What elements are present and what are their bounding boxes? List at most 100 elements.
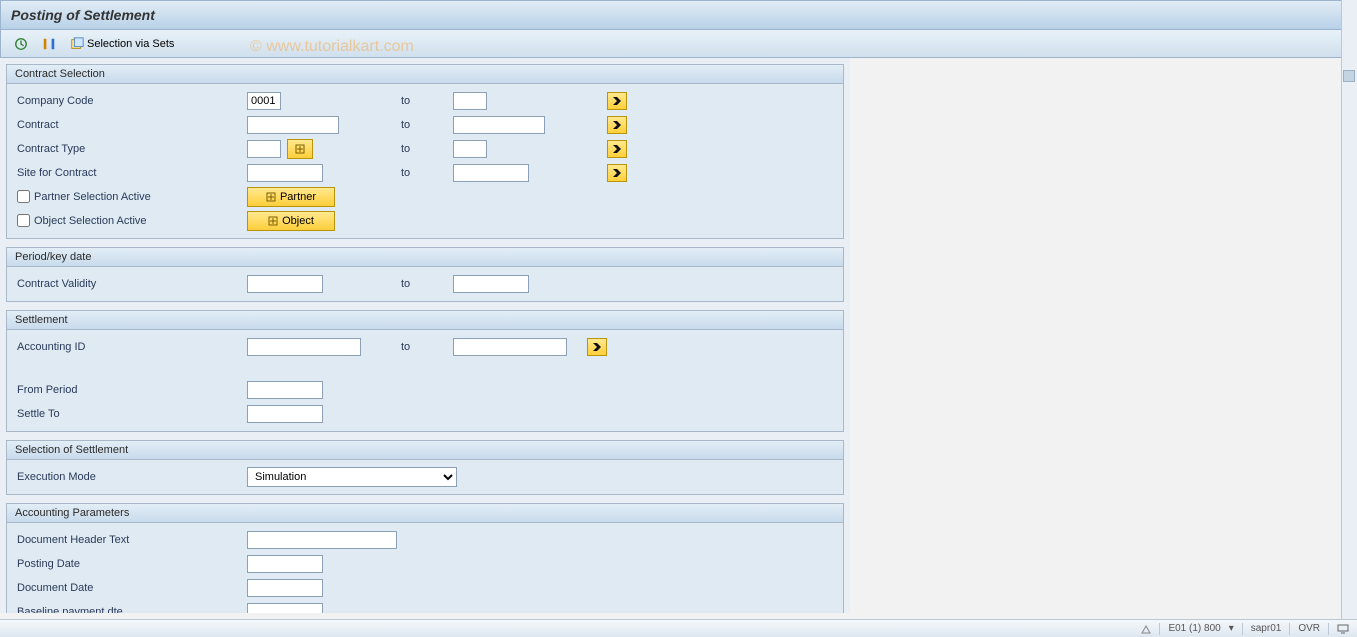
status-separator [1159,623,1160,635]
group-contract-body: Company Code to Contract to [7,84,843,238]
from-period-label: From Period [17,384,247,396]
group-period: Period/key date Contract Validity to [6,247,844,302]
object-button[interactable]: Object [247,211,335,231]
row-object-selection: Object Selection Active Object [17,209,833,232]
vertical-scrollbar[interactable] [1341,0,1357,619]
row-accounting-id: Accounting ID to [17,335,833,358]
grid-plus-icon [266,192,276,202]
baseline-label: Baseline payment dte [17,606,247,614]
row-partner-selection: Partner Selection Active Partner [17,185,833,208]
contract-from-input[interactable] [247,116,339,134]
grid-plus-icon [295,144,305,154]
arrow-right-icon [612,120,622,130]
contract-type-multiselect-button[interactable] [607,140,627,158]
spacer-row [17,359,833,377]
sets-icon [70,37,84,51]
row-document-date: Document Date [17,576,833,599]
partner-checkbox-label: Partner Selection Active [17,190,247,203]
group-period-title: Period/key date [7,248,843,267]
arrow-right-icon [612,96,622,106]
site-label: Site for Contract [17,167,247,179]
form-panel: Contract Selection Company Code to Contr… [0,58,850,613]
doc-header-input[interactable] [247,531,397,549]
document-date-input[interactable] [247,579,323,597]
group-accounting-title: Accounting Parameters [7,504,843,523]
contract-to-input[interactable] [453,116,545,134]
row-validity: Contract Validity to [17,272,833,295]
accounting-id-multiselect-button[interactable] [587,338,607,356]
to-label: to [401,119,447,131]
site-to-input[interactable] [453,164,529,182]
validity-to-input[interactable] [453,275,529,293]
posting-date-input[interactable] [247,555,323,573]
monitor-icon[interactable] [1337,623,1349,635]
object-selection-text: Object Selection Active [34,215,147,227]
clock-execute-icon [14,37,28,51]
validity-from-input[interactable] [247,275,323,293]
object-button-label: Object [282,215,314,227]
document-date-label: Document Date [17,582,247,594]
to-label: to [401,143,447,155]
company-code-from-input[interactable] [247,92,281,110]
to-label: to [401,167,447,179]
status-mode: OVR [1298,623,1320,634]
status-separator [1242,623,1243,635]
group-accounting: Accounting Parameters Document Header Te… [6,503,844,613]
site-from-input[interactable] [247,164,323,182]
right-spacer [850,58,1357,613]
contract-type-f4-button[interactable] [287,139,313,159]
partner-button-label: Partner [280,191,316,203]
status-separator [1328,623,1329,635]
to-label: to [401,95,447,107]
selection-via-sets-label: Selection via Sets [87,38,174,50]
grid-plus-icon [268,216,278,226]
accounting-id-from-input[interactable] [247,338,361,356]
contract-label: Contract [17,119,247,131]
posting-date-label: Posting Date [17,558,247,570]
row-from-period: From Period [17,378,833,401]
page-title: Posting of Settlement [11,7,155,23]
accounting-id-to-input[interactable] [453,338,567,356]
status-server: sapr01 [1251,623,1282,634]
contract-multiselect-button[interactable] [607,116,627,134]
row-posting-date: Posting Date [17,552,833,575]
group-settlement-title: Settlement [7,311,843,330]
object-checkbox-label: Object Selection Active [17,214,247,227]
object-selection-checkbox[interactable] [17,214,30,227]
row-contract: Contract to [17,113,833,136]
arrow-right-icon [612,144,622,154]
brackets-icon [42,37,56,51]
settle-to-label: Settle To [17,408,247,420]
contract-type-from-input[interactable] [247,140,281,158]
dropdown-caret-icon[interactable]: ▾ [1229,623,1234,634]
group-selection-settlement: Selection of Settlement Execution Mode S… [6,440,844,495]
partner-selection-checkbox[interactable] [17,190,30,203]
row-doc-header: Document Header Text [17,528,833,551]
from-period-input[interactable] [247,381,323,399]
scrollbar-thumb[interactable] [1343,70,1355,82]
validity-label: Contract Validity [17,278,247,290]
row-exec-mode: Execution Mode Simulation [17,465,833,488]
to-label: to [401,341,447,353]
contract-type-to-input[interactable] [453,140,487,158]
application-toolbar: Selection via Sets [0,30,1357,58]
accounting-id-label: Accounting ID [17,341,247,353]
exec-mode-select[interactable]: Simulation [247,467,457,487]
group-period-body: Contract Validity to [7,267,843,301]
site-multiselect-button[interactable] [607,164,627,182]
baseline-input[interactable] [247,603,323,614]
settle-to-input[interactable] [247,405,323,423]
selection-via-sets-button[interactable]: Selection via Sets [65,34,179,54]
company-code-to-input[interactable] [453,92,487,110]
group-accounting-body: Document Header Text Posting Date Docume… [7,523,843,613]
main-area: Contract Selection Company Code to Contr… [0,58,1357,613]
execute-button[interactable] [9,34,33,54]
group-selection-title: Selection of Settlement [7,441,843,460]
partner-button[interactable]: Partner [247,187,335,207]
to-label: to [401,278,447,290]
row-company-code: Company Code to [17,89,833,112]
variant-button[interactable] [37,34,61,54]
status-separator [1289,623,1290,635]
arrow-right-icon [592,342,602,352]
company-code-multiselect-button[interactable] [607,92,627,110]
